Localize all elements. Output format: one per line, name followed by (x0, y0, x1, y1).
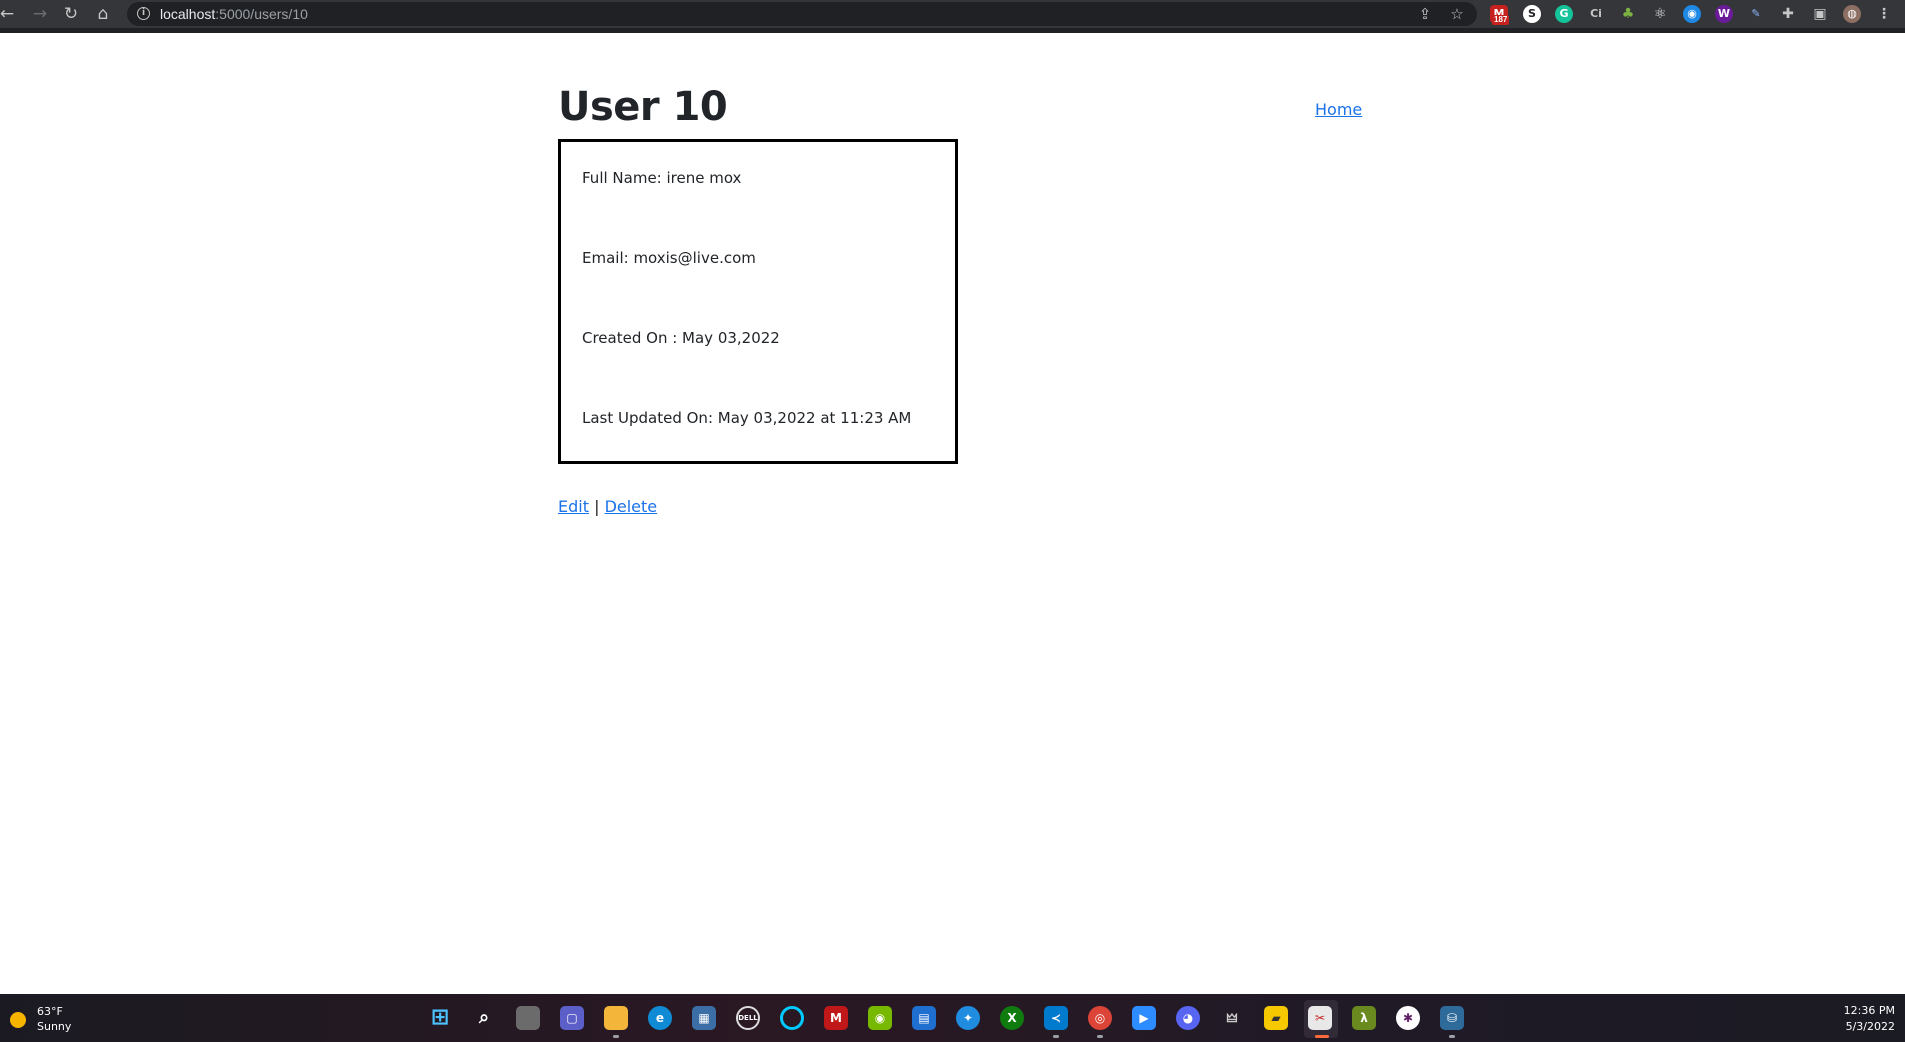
task-view-icon[interactable] (516, 1006, 540, 1030)
address-bar[interactable]: i localhost:5000/users/10 ⇪ ☆ (127, 2, 1477, 26)
url-host: localhost (160, 6, 216, 22)
globe-extension-icon[interactable]: ◉ (1683, 5, 1701, 23)
url-path: :5000/users/10 (215, 6, 308, 22)
weather-condition: Sunny (37, 1020, 72, 1033)
alexa-icon[interactable] (780, 1006, 804, 1030)
chrome-icon[interactable]: ◎ (1088, 1006, 1112, 1030)
pen-extension-icon[interactable]: ✎ (1747, 5, 1765, 23)
microsoft-store-icon[interactable]: ▦ (692, 1006, 716, 1030)
puzzle-extensions-icon[interactable]: ✚ (1779, 5, 1797, 23)
email-field: Email: moxis@live.com (582, 249, 756, 267)
snipping-tool-icon[interactable]: ✂ (1308, 1006, 1332, 1030)
safari-compass-icon[interactable]: ✦ (956, 1006, 980, 1030)
w-extension-icon[interactable]: W (1715, 5, 1733, 23)
mail-extension-badge: 187 (1492, 15, 1510, 25)
home-link[interactable]: Home (1315, 100, 1362, 119)
mysql-running-indicator (1449, 1035, 1455, 1038)
home-icon[interactable]: ⌂ (92, 3, 114, 25)
edit-link[interactable]: Edit (558, 497, 589, 516)
menu-kebab-icon[interactable]: ⋮ (1875, 5, 1893, 23)
lambda-app-icon[interactable]: λ (1352, 1006, 1376, 1030)
last-updated-field: Last Updated On: May 03,2022 at 11:23 AM (582, 409, 912, 427)
sun-icon (10, 1012, 26, 1028)
search-icon[interactable]: ⌕ (472, 1006, 496, 1030)
xbox-icon[interactable]: X (1000, 1006, 1024, 1030)
mcafee-icon[interactable]: M (824, 1006, 848, 1030)
profile-avatar-icon[interactable]: ◍ (1843, 5, 1861, 23)
windows-taskbar: 63°F Sunny (0, 994, 1905, 1042)
discord-icon[interactable]: ◕ (1176, 1006, 1200, 1030)
actions-separator: | (594, 497, 600, 516)
star-bookmark-icon[interactable]: ☆ (1448, 5, 1466, 23)
created-on-field: Created On : May 03,2022 (582, 329, 780, 347)
weather-temperature: 63°F (37, 1005, 63, 1018)
vscode-running-indicator (1053, 1035, 1059, 1038)
zoom-icon[interactable]: ▶ (1132, 1006, 1156, 1030)
react-devtools-icon[interactable]: ⚛ (1651, 5, 1669, 23)
clock-date: 5/3/2022 (1845, 1020, 1895, 1033)
snipping-tool-active-indicator (1315, 1035, 1329, 1038)
teams-chat-icon[interactable]: ▢ (560, 1006, 584, 1030)
start-windows-icon[interactable]: ⊞ (428, 1006, 452, 1030)
s-extension-icon[interactable]: S (1523, 5, 1541, 23)
file-explorer-icon[interactable] (604, 1006, 628, 1030)
weather-widget[interactable]: 63°F Sunny (10, 1004, 90, 1034)
browser-toolbar: ← → ↻ ⌂ i localhost:5000/users/10 ⇪ ☆ M … (0, 0, 1905, 33)
full-name-field: Full Name: irene mox (582, 169, 742, 187)
sticky-notes-icon[interactable]: ▰ (1264, 1006, 1288, 1030)
taskbar-clock[interactable]: 12:36 PM 5/3/2022 (1844, 1003, 1895, 1035)
user-actions: Edit | Delete (558, 497, 657, 516)
delete-link[interactable]: Delete (605, 497, 658, 516)
back-arrow-icon[interactable]: ← (0, 3, 18, 25)
document-app-icon[interactable]: ▤ (912, 1006, 936, 1030)
game-app-icon[interactable]: 🜲 (1220, 1006, 1244, 1030)
dell-icon[interactable]: DELL (736, 1006, 760, 1030)
side-panel-icon[interactable]: ▣ (1811, 5, 1829, 23)
share-icon[interactable]: ⇪ (1416, 5, 1434, 23)
forward-arrow-icon[interactable]: → (29, 3, 51, 25)
file-explorer-running-indicator (613, 1035, 619, 1038)
ci-extension-icon[interactable]: Ci (1587, 5, 1605, 23)
page-title: User 10 (558, 84, 728, 130)
nvidia-icon[interactable]: ◉ (868, 1006, 892, 1030)
clock-time: 12:36 PM (1843, 1004, 1895, 1017)
edge-browser-icon[interactable]: e (648, 1006, 672, 1030)
mysql-workbench-icon[interactable]: ⛁ (1440, 1006, 1464, 1030)
info-icon[interactable]: i (137, 7, 150, 20)
chrome-running-indicator (1097, 1035, 1103, 1038)
user-details-card: Full Name: irene mox Email: moxis@live.c… (558, 139, 958, 464)
grammarly-icon[interactable]: G (1555, 5, 1573, 23)
url-text[interactable]: localhost:5000/users/10 (160, 6, 308, 22)
reload-icon[interactable]: ↻ (60, 3, 82, 25)
tree-extension-icon[interactable]: ♣ (1619, 5, 1637, 23)
vscode-icon[interactable]: ≺ (1044, 1006, 1068, 1030)
slack-icon[interactable]: ✱ (1396, 1006, 1420, 1030)
